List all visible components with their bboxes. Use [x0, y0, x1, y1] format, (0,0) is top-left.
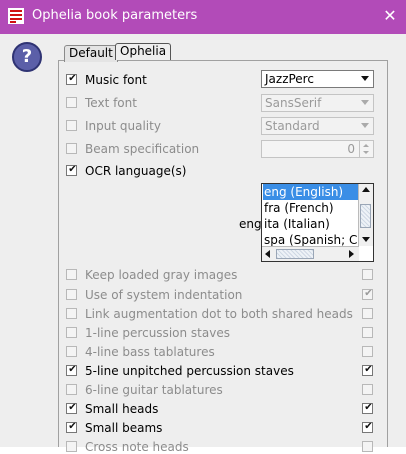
- title-bar: Ophelia book parameters ✕: [0, 0, 406, 34]
- ocr-language-checkbox[interactable]: ✔: [66, 164, 77, 176]
- value-checkbox[interactable]: [362, 346, 373, 357]
- override-checkbox[interactable]: ✔: [66, 364, 77, 376]
- window-title: Ophelia book parameters: [32, 8, 198, 23]
- value-checkbox[interactable]: ✔: [362, 288, 373, 300]
- value-checkbox[interactable]: [362, 308, 373, 319]
- value-checkbox[interactable]: ✔: [362, 402, 373, 414]
- switch-label: Small beams: [85, 421, 163, 435]
- tab-default[interactable]: Default: [64, 45, 118, 62]
- scroll-up-icon[interactable]: [362, 187, 370, 192]
- override-checkbox[interactable]: [66, 308, 77, 319]
- chevron-down-icon: [361, 100, 369, 105]
- value-checkbox[interactable]: ✔: [362, 421, 373, 433]
- close-icon[interactable]: ✕: [380, 6, 400, 26]
- ocr-language-label: OCR language(s): [85, 164, 187, 178]
- switch-label: Link augmentation dot to both shared hea…: [85, 307, 353, 321]
- input-quality-select[interactable]: Standard: [261, 117, 374, 135]
- value-checkbox[interactable]: [362, 269, 373, 280]
- music-font-checkbox[interactable]: ✔: [66, 73, 77, 85]
- switch-label: Small heads: [85, 402, 159, 416]
- text-font-label: Text font: [85, 96, 137, 110]
- help-icon[interactable]: ?: [12, 42, 42, 72]
- value-checkbox[interactable]: [362, 327, 373, 338]
- switch-label: 5-line unpitched percussion staves: [85, 364, 294, 378]
- text-font-select[interactable]: SansSerif: [261, 94, 374, 112]
- scroll-right-icon[interactable]: [349, 250, 354, 258]
- horizontal-scrollbar[interactable]: [262, 246, 359, 261]
- music-font-select[interactable]: JazzPerc: [261, 70, 374, 88]
- chevron-down-icon: [361, 76, 369, 81]
- list-item[interactable]: fra (French): [263, 200, 360, 216]
- beam-spec-spinner[interactable]: 0: [261, 140, 374, 158]
- scroll-left-icon[interactable]: [265, 250, 270, 258]
- ocr-selection-text: eng: [239, 217, 262, 231]
- music-font-label: Music font: [85, 73, 147, 87]
- ocr-language-list[interactable]: eng (English) fra (French) ita (Italian)…: [261, 183, 374, 262]
- switch-label: Cross note heads: [85, 440, 189, 454]
- value-checkbox[interactable]: ✔: [362, 364, 373, 376]
- audiveris-icon: [8, 8, 24, 24]
- spinner-down-icon[interactable]: [363, 151, 369, 154]
- chevron-down-icon: [361, 123, 369, 128]
- spinner-up-icon[interactable]: [363, 144, 369, 147]
- override-checkbox[interactable]: [66, 384, 77, 395]
- override-checkbox[interactable]: ✔: [66, 402, 77, 414]
- beam-spec-label: Beam specification: [85, 142, 200, 156]
- list-item[interactable]: eng (English): [263, 184, 360, 200]
- switch-label: 1-line percussion staves: [85, 326, 230, 340]
- scroll-thumb[interactable]: [276, 249, 314, 259]
- switch-label: Use of system indentation: [85, 288, 243, 302]
- vertical-scrollbar[interactable]: [358, 184, 373, 246]
- override-checkbox[interactable]: [66, 327, 77, 338]
- tab-ophelia[interactable]: Ophelia: [115, 43, 172, 60]
- value-checkbox[interactable]: [362, 384, 373, 395]
- override-checkbox[interactable]: [66, 346, 77, 357]
- switch-label: Keep loaded gray images: [85, 268, 238, 282]
- beam-spec-checkbox[interactable]: [66, 143, 77, 154]
- override-checkbox[interactable]: [66, 269, 77, 280]
- input-quality-checkbox[interactable]: [66, 120, 77, 131]
- text-font-checkbox[interactable]: [66, 97, 77, 108]
- scroll-down-icon[interactable]: [362, 237, 370, 242]
- scroll-thumb[interactable]: [360, 204, 371, 228]
- override-checkbox[interactable]: ✔: [66, 421, 77, 433]
- override-checkbox[interactable]: [66, 289, 77, 300]
- switch-label: 4-line bass tablatures: [85, 345, 215, 359]
- switch-label: 6-line guitar tablatures: [85, 383, 223, 397]
- input-quality-label: Input quality: [85, 119, 161, 133]
- list-item[interactable]: ita (Italian): [263, 216, 360, 232]
